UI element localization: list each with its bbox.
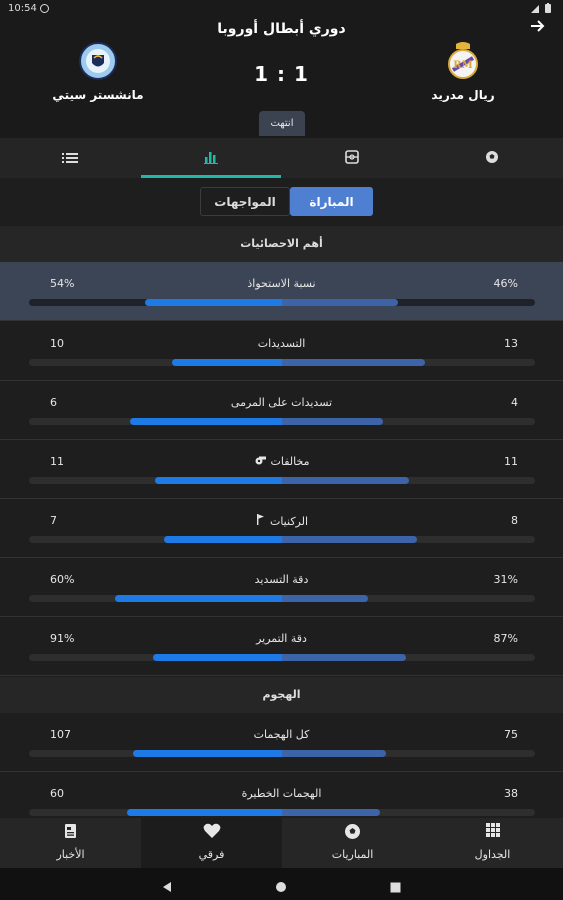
stat-row-possession: 54% نسبة الاستحواذ 46% [0,262,563,321]
stat-bar-home [282,654,406,661]
stat-bar-home [282,477,409,484]
tab-list[interactable] [0,138,140,178]
list-icon [62,149,78,168]
stat-home-value: 75 [504,728,518,741]
stats-bars-icon [204,149,218,168]
stat-label: دقة التسديد [254,573,309,586]
tab-lineup[interactable] [282,138,422,178]
stat-home-value: 87% [493,632,518,645]
stat-bar-away [133,750,282,757]
stat-label: نسبة الاستحواذ [247,277,316,290]
section-title-top-stats: أهم الاحصائيات [0,226,563,262]
segment-h2h[interactable]: المواجهات [200,187,290,216]
stat-bar-away [130,418,282,425]
stat-bar-track [29,299,535,306]
nav-tables[interactable]: الجداول [422,818,563,868]
corner-flag-icon [255,514,265,528]
stat-bar-home [282,418,383,425]
stat-home-value: 4 [511,396,518,409]
stat-bar-track [29,477,535,484]
stat-home-value: 46% [493,277,518,290]
nav-my-teams-label: فرقي [198,848,225,861]
stat-bar-track [29,418,535,425]
tab-stats[interactable] [141,138,281,178]
stat-row-all-attacks: 107 كل الهجمات 75 [0,713,563,772]
stat-label: الركنيات [269,514,309,528]
stat-bar-away [155,477,282,484]
home-circle-icon[interactable] [275,878,287,897]
stat-bar-home [282,359,425,366]
stat-bar-track [29,654,535,661]
away-team-name: مانشستر سيتي [52,88,144,102]
match-header: دوري أبطال أوروبا RM ريال مدريد 1 : 1 ما… [0,18,563,138]
stat-row-pass-accuracy: 91% دقة التمرير 87% [0,617,563,676]
signal-battery-icons [531,3,557,17]
nav-news-label: الأخبار [56,848,85,861]
system-nav-bar [0,868,563,900]
stat-bar-away [115,595,282,602]
stat-label: الهجمات الخطيرة [241,787,322,800]
stat-bar-home [282,299,398,306]
stat-row-shot-accuracy: 60% دقة التسديد 31% [0,558,563,617]
stat-bar-track [29,359,535,366]
stat-home-value: 38 [504,787,518,800]
news-icon [63,823,79,843]
lineup-icon [345,149,359,168]
stat-home-value: 13 [504,337,518,350]
stat-label: مخالفات [270,455,310,468]
back-triangle-icon[interactable] [161,878,173,897]
nav-news[interactable]: الأخبار [0,818,141,868]
recents-square-icon[interactable] [390,878,401,897]
segment-match[interactable]: المباراة [290,187,373,216]
bottom-nav: الأخبار فرقي المباريات الجداول [0,818,563,868]
stat-bar-home [282,536,417,543]
stat-bar-track [29,595,535,602]
match-status-badge: انتهت [259,111,305,136]
stat-row-shots: 10 التسديدات 13 [0,322,563,381]
stat-bar-away [164,536,282,543]
notification-icon [40,4,49,13]
home-team-name: ريال مدريد [431,88,495,102]
soccer-ball-icon [485,149,499,168]
stat-label: التسديدات [257,337,306,350]
away-team[interactable]: مانشستر سيتي [28,40,168,102]
stat-bar-track [29,809,535,816]
stat-home-value: 31% [493,573,518,586]
stat-row-corners: 7 الركنيات 8 [0,499,563,558]
status-bar: 10:54 [0,0,563,18]
tab-events[interactable] [422,138,562,178]
stat-bar-track [29,536,535,543]
stat-bar-home [282,750,386,757]
stat-row-fouls: 11 مخالفات 11 [0,440,563,499]
soccer-ball-icon [344,823,361,843]
man-city-crest-icon [77,40,119,82]
back-arrow-icon[interactable] [529,18,553,38]
stat-bar-track [29,750,535,757]
stat-label: تسديدات على المرمى [230,396,333,409]
match-tabs [0,138,563,178]
stat-bar-home [282,809,380,816]
section-title-attack: الهجوم [0,677,563,713]
clock: 10:54 [8,3,37,14]
grid-icon [485,823,500,843]
nav-tables-label: الجداول [474,848,511,861]
stat-bar-away [153,654,282,661]
stat-home-value: 11 [504,455,518,468]
stat-label: كل الهجمات [253,728,310,741]
whistle-icon [254,455,266,468]
stat-bar-home [282,595,368,602]
league-title: دوري أبطال أوروبا [217,21,346,37]
stat-bar-away [127,809,282,816]
stats-segment-control: المواجهات المباراة [0,178,563,226]
nav-matches[interactable]: المباريات [282,818,423,868]
heart-icon [203,823,221,843]
nav-my-teams[interactable]: فرقي [141,818,282,868]
stat-home-value: 8 [511,514,518,527]
stat-bar-away [172,359,282,366]
stat-row-shots-on-target: 6 تسديدات على المرمى 4 [0,381,563,440]
stat-label: دقة التمرير [256,632,307,645]
nav-matches-label: المباريات [331,848,374,861]
stat-bar-away [145,299,282,306]
